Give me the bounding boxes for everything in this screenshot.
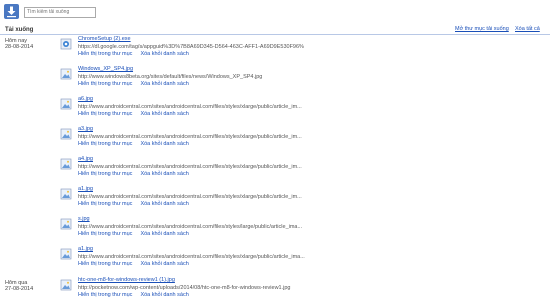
remove-from-list-link[interactable]: Xóa khỏi danh sách	[140, 261, 188, 267]
file-url: https://dl.google.com/tag/s/appguid%3D%7…	[78, 44, 304, 50]
show-in-folder-link[interactable]: Hiển thị trong thư mục	[78, 231, 132, 237]
item-actions: Hiển thị trong thư mục Xóa khỏi danh sách	[78, 292, 197, 298]
file-url: http://www.androidcentral.com/sites/andr…	[78, 224, 303, 230]
download-item: ChromeSetup (2).exe https://dl.google.com…	[60, 36, 540, 62]
search-input[interactable]	[24, 7, 96, 18]
item-actions: Hiển thị trong thư mục Xóa khỏi danh sách	[78, 171, 197, 177]
image-file-icon	[60, 157, 72, 170]
file-name-link[interactable]: ChromeSetup (2).exe	[78, 36, 131, 42]
download-item: a3.jpg http://www.androidcentral.com/site…	[60, 126, 540, 152]
date-group-date: 27-08-2014	[5, 286, 34, 292]
download-icon	[4, 4, 19, 19]
item-actions: Hiển thị trong thư mục Xóa khỏi danh sách	[78, 261, 197, 267]
image-file-icon	[60, 67, 72, 80]
file-name-link[interactable]: s.jpg	[78, 216, 90, 222]
file-url: http://www.androidcentral.com/sites/andr…	[78, 134, 302, 140]
remove-from-list-link[interactable]: Xóa khỏi danh sách	[140, 111, 188, 117]
file-name-link[interactable]: htc-one-m8-for-windows-review1 (1).jpg	[78, 277, 175, 283]
download-item: a6.jpg http://www.androidcentral.com/site…	[60, 96, 540, 122]
show-in-folder-link[interactable]: Hiển thị trong thư mục	[78, 201, 132, 207]
download-item: a1.jpg http://www.androidcentral.com/site…	[60, 186, 540, 212]
file-url: http://www.windows8beta.org/sites/defaul…	[78, 74, 263, 80]
download-item: htc-one-m8-for-windows-review1 (1).jpg ht…	[60, 277, 540, 303]
image-file-icon	[60, 278, 72, 291]
item-actions: Hiển thị trong thư mục Xóa khỏi danh sách	[78, 231, 197, 237]
item-actions: Hiển thị trong thư mục Xóa khỏi danh sách	[78, 141, 197, 147]
remove-from-list-link[interactable]: Xóa khỏi danh sách	[140, 201, 188, 207]
file-name-link[interactable]: a1.jpg	[78, 246, 93, 252]
remove-from-list-link[interactable]: Xóa khỏi danh sách	[140, 51, 188, 57]
date-group-date: 28-08-2014	[5, 44, 34, 50]
item-actions: Hiển thị trong thư mục Xóa khỏi danh sách	[78, 201, 197, 207]
file-url: http://www.androidcentral.com/sites/andr…	[78, 254, 305, 260]
download-item: s.jpg http://www.androidcentral.com/sites…	[60, 216, 540, 242]
file-name-link[interactable]: a6.jpg	[78, 96, 93, 102]
remove-from-list-link[interactable]: Xóa khỏi danh sách	[140, 171, 188, 177]
download-item: Windows_XP_SP4.jpg http://www.windows8bet…	[60, 66, 540, 92]
toolbar	[0, 0, 550, 26]
image-file-icon	[60, 187, 72, 200]
show-in-folder-link[interactable]: Hiển thị trong thư mục	[78, 51, 132, 57]
chrome-installer-icon	[60, 37, 72, 50]
show-in-folder-link[interactable]: Hiển thị trong thư mục	[78, 141, 132, 147]
show-in-folder-link[interactable]: Hiển thị trong thư mục	[78, 261, 132, 267]
file-url: http://www.androidcentral.com/sites/andr…	[78, 194, 302, 200]
date-group-today: Hôm nay 28-08-2014	[5, 38, 33, 50]
remove-from-list-link[interactable]: Xóa khỏi danh sách	[140, 292, 188, 298]
open-downloads-folder-link[interactable]: Mở thư mục tải xuống	[455, 26, 509, 32]
page-title: Tải xuống	[5, 27, 34, 33]
downloads-header: Tải xuống Mở thư mục tải xuống Xóa tất c…	[0, 26, 550, 35]
file-url: http://pocketnow.com/wp-content/uploads/…	[78, 285, 291, 291]
download-item: a4.jpg http://www.androidcentral.com/site…	[60, 156, 540, 182]
image-file-icon	[60, 217, 72, 230]
file-name-link[interactable]: a4.jpg	[78, 156, 93, 162]
file-url: http://www.androidcentral.com/sites/andr…	[78, 104, 302, 110]
remove-from-list-link[interactable]: Xóa khỏi danh sách	[140, 141, 188, 147]
file-name-link[interactable]: a1.jpg	[78, 186, 93, 192]
show-in-folder-link[interactable]: Hiển thị trong thư mục	[78, 81, 132, 87]
show-in-folder-link[interactable]: Hiển thị trong thư mục	[78, 111, 132, 117]
item-actions: Hiển thị trong thư mục Xóa khỏi danh sách	[78, 51, 197, 57]
file-name-link[interactable]: a3.jpg	[78, 126, 93, 132]
show-in-folder-link[interactable]: Hiển thị trong thư mục	[78, 292, 132, 298]
clear-all-link[interactable]: Xóa tất cả	[515, 26, 540, 32]
item-actions: Hiển thị trong thư mục Xóa khỏi danh sách	[78, 111, 197, 117]
download-item: a1.jpg http://www.androidcentral.com/site…	[60, 246, 540, 272]
remove-from-list-link[interactable]: Xóa khỏi danh sách	[140, 231, 188, 237]
item-actions: Hiển thị trong thư mục Xóa khỏi danh sách	[78, 81, 197, 87]
image-file-icon	[60, 97, 72, 110]
show-in-folder-link[interactable]: Hiển thị trong thư mục	[78, 171, 132, 177]
remove-from-list-link[interactable]: Xóa khỏi danh sách	[140, 81, 188, 87]
image-file-icon	[60, 127, 72, 140]
date-group-yesterday: Hôm qua 27-08-2014	[5, 280, 33, 292]
file-url: http://www.androidcentral.com/sites/andr…	[78, 164, 302, 170]
image-file-icon	[60, 247, 72, 260]
file-name-link[interactable]: Windows_XP_SP4.jpg	[78, 66, 133, 72]
